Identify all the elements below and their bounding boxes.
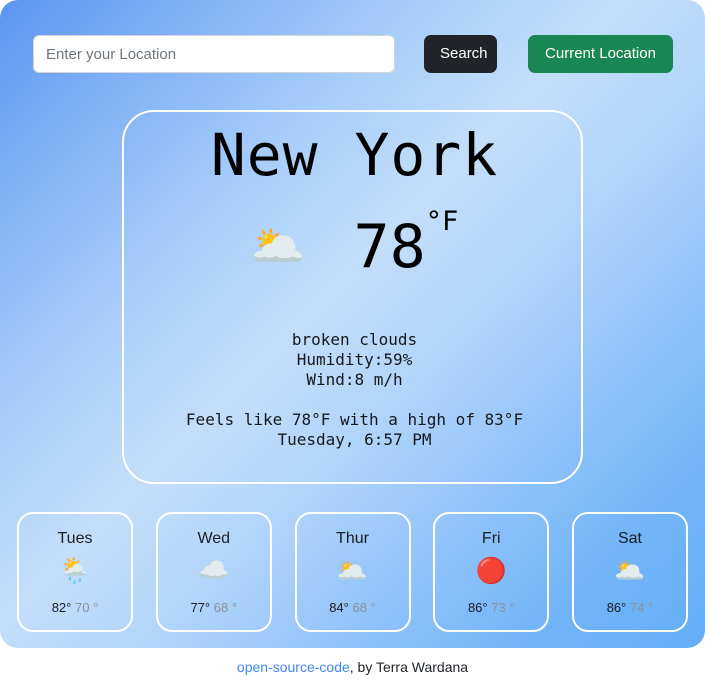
forecast-day-label: Tues <box>57 530 93 547</box>
forecast-card[interactable]: Thur 🌥️ 84° 68 ° <box>294 512 411 632</box>
forecast-temps: 86° 73 ° <box>468 600 515 615</box>
broken-clouds-icon: 🌥️ <box>250 222 306 271</box>
forecast-card[interactable]: Wed ☁️ 77° 68 ° <box>155 512 272 632</box>
forecast-high: 77° <box>190 600 211 615</box>
forecast-card[interactable]: Sat 🌥️ 86° 74 ° <box>572 512 688 632</box>
forecast-strip: Tues 🌦️ 82° 70 ° Wed ☁️ 77° 68 ° Thur 🌥️ <box>17 512 688 632</box>
forecast-high: 84° <box>329 600 349 615</box>
forecast-low: 74 ° <box>630 600 654 615</box>
forecast-temps: 84° 68 ° <box>329 600 376 615</box>
forecast-temps: 86° 74 ° <box>607 600 654 615</box>
local-time-text: Tuesday, 6:57 PM <box>277 430 432 449</box>
forecast-day-label: Sat <box>617 530 642 547</box>
open-source-code-link[interactable]: open-source-code <box>237 659 350 675</box>
conditions-block: broken clouds Humidity:59% Wind:8 m/h Fe… <box>124 330 585 450</box>
forecast-low: 70 ° <box>75 600 99 615</box>
current-temperature: 78°F <box>354 208 459 277</box>
feels-like-text: Feels like 78°F with a high of 83°F <box>185 410 524 429</box>
search-button[interactable]: Search <box>424 35 497 73</box>
temperature-row: 🌥️ 78°F <box>124 207 585 287</box>
footer: open-source-code, by Terra Wardana <box>0 648 705 686</box>
forecast-low: 68 ° <box>213 600 238 615</box>
forecast-temps: 77° 68 ° <box>190 600 237 615</box>
search-bar: Search Current Location <box>33 35 673 73</box>
forecast-day-label: Fri <box>481 530 501 547</box>
weather-app: Search Current Location New York 🌥️ 78°F… <box>0 0 705 686</box>
forecast-high: 82° <box>51 600 72 615</box>
forecast-temps: 82° 70 ° <box>52 600 99 615</box>
current-weather-card: New York 🌥️ 78°F broken clouds Humidity:… <box>122 110 583 484</box>
forecast-card[interactable]: Fri 🔴 86° 73 ° <box>433 512 550 632</box>
cloud-icon: ☁️ <box>198 557 230 585</box>
forecast-low: 68 ° <box>352 600 376 615</box>
sky-background: Search Current Location New York 🌥️ 78°F… <box>0 0 705 648</box>
sun-icon: 🔴 <box>475 557 507 585</box>
humidity-text: Humidity:59% <box>296 350 413 369</box>
forecast-card[interactable]: Tues 🌦️ 82° 70 ° <box>17 512 133 632</box>
broken-clouds-icon: 🌥️ <box>614 557 646 585</box>
forecast-high: 86° <box>467 600 488 615</box>
weather-description: broken clouds <box>291 330 418 349</box>
forecast-day-label: Thur <box>336 530 369 547</box>
broken-clouds-icon: 🌥️ <box>336 557 369 585</box>
forecast-day-label: Wed <box>197 530 231 547</box>
temperature-number: 78 <box>353 212 426 282</box>
wind-text: Wind:8 m/h <box>306 370 403 389</box>
current-location-button[interactable]: Current Location <box>528 35 673 73</box>
temperature-unit: °F <box>425 206 459 237</box>
forecast-low: 73 ° <box>491 600 515 615</box>
search-input[interactable] <box>33 35 395 73</box>
footer-credit: , by Terra Wardana <box>349 659 469 675</box>
forecast-high: 86° <box>606 600 627 615</box>
city-name: New York <box>210 121 499 189</box>
sun-behind-rain-cloud-icon: 🌦️ <box>59 557 91 585</box>
